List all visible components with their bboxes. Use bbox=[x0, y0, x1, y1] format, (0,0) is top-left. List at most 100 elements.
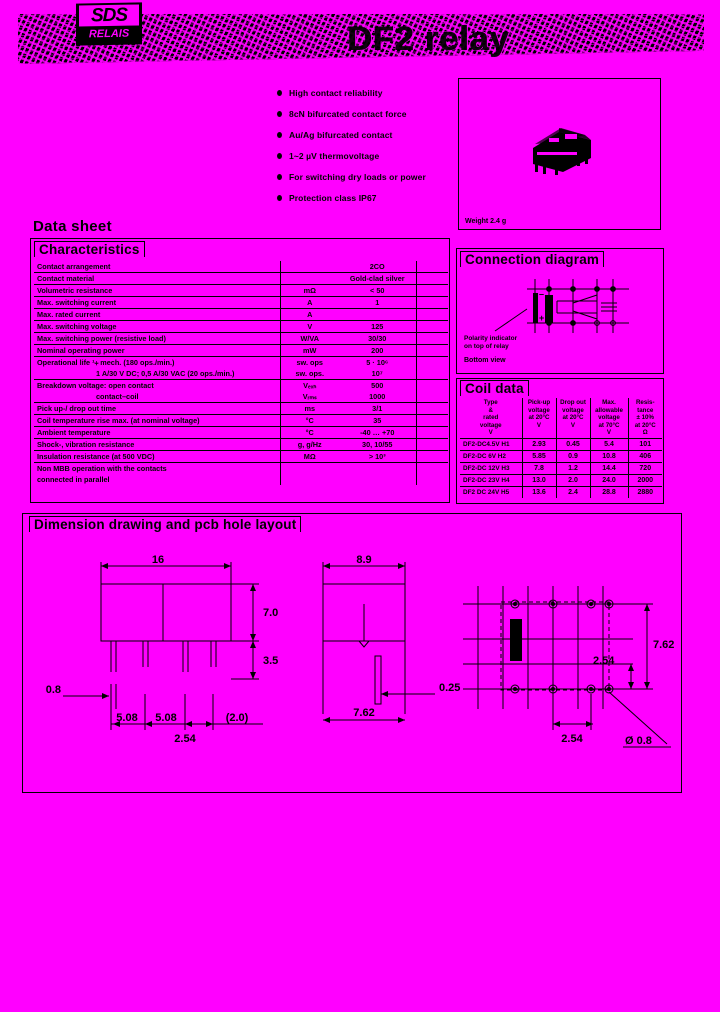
char-value: 2CO bbox=[338, 261, 416, 273]
char-unit: mΩ bbox=[279, 284, 338, 297]
connection-diagram-title: Connection diagram bbox=[460, 251, 605, 267]
dim-body-height: 7.0 bbox=[263, 607, 278, 619]
char-spacer bbox=[415, 426, 448, 439]
char-unit: Vₑₓₕ bbox=[279, 379, 338, 391]
dim-pin-width: 0.8 bbox=[46, 684, 61, 696]
char-unit: ms bbox=[279, 402, 338, 415]
list-item: For switching dry loads or power bbox=[277, 172, 457, 182]
coil-data-section: Coil data Type & rated voltage V Pick-up… bbox=[456, 378, 664, 504]
sds-relais-logo: SDS RELAIS bbox=[76, 2, 142, 46]
front-view-drawing: 8.9 0.25 7.62 bbox=[322, 554, 460, 723]
coil-dropout: 2.0 bbox=[556, 474, 591, 487]
table-row: Operational life ¹⧾ mech. (180 ops./min.… bbox=[34, 356, 448, 368]
char-spacer bbox=[415, 368, 448, 380]
char-value: 30/30 bbox=[338, 332, 416, 345]
coil-pickup: 5.85 bbox=[522, 450, 557, 463]
char-value bbox=[338, 474, 416, 485]
col-header-line: Ω bbox=[642, 429, 648, 436]
product-photo-box: Weight 2.4 g bbox=[458, 78, 661, 230]
col-header-line: V bbox=[570, 421, 576, 429]
col-header-maxvoltage: Max. allowable voltage at 70°C V bbox=[590, 398, 629, 439]
coil-maxvoltage: 14.4 bbox=[590, 462, 629, 475]
dim-front-width: 8.9 bbox=[356, 554, 371, 566]
col-header-line: voltage bbox=[598, 414, 620, 421]
char-label: Contact arrangement bbox=[34, 261, 280, 273]
polarity-note-line2: on top of relay bbox=[464, 343, 509, 350]
table-row: 1 A/30 V DC; 0,5 A/30 VAC (20 ops./min.)… bbox=[34, 368, 448, 380]
table-row: DF2 DC 24V H5 13.6 2.4 28.8 2880 bbox=[460, 486, 662, 498]
coil-dropout: 0.9 bbox=[556, 450, 591, 463]
view-label: Bottom view bbox=[464, 357, 506, 364]
table-row: Shock-, vibration resistance g, g/Hz 30,… bbox=[34, 438, 448, 451]
dimension-drawing-section: Dimension drawing and pcb hole layout 16… bbox=[22, 513, 682, 793]
char-unit: °C bbox=[279, 426, 338, 439]
table-row: DF2-DC 12V H3 7.8 1.2 14.4 720 bbox=[460, 462, 662, 475]
table-row: DF2-DC4.5V H1 2.93 0.45 5.4 101 bbox=[460, 438, 662, 451]
coil-resistance: 101 bbox=[628, 438, 662, 451]
characteristics-table: Contact arrangement 2CO Contact material… bbox=[34, 261, 448, 485]
coil-resistance: 2880 bbox=[637, 488, 654, 496]
char-label: Non MBB operation with the contacts bbox=[37, 464, 167, 473]
col-header-line: Type bbox=[483, 399, 498, 406]
char-label: 1 A/30 V DC; 0,5 A/30 VAC (20 ops./min.) bbox=[34, 368, 280, 380]
char-spacer bbox=[415, 261, 448, 273]
char-value: 1000 bbox=[338, 391, 416, 403]
col-header-resistance: Resis- tance ± 10% at 20°C Ω bbox=[628, 398, 662, 439]
col-header-line: V bbox=[536, 421, 542, 429]
list-item: High contact reliability bbox=[277, 88, 457, 98]
dim-pcb-hole-dia: Ø 0.8 bbox=[625, 735, 652, 747]
char-value: 125 bbox=[338, 320, 416, 333]
dim-pin-length: 3.5 bbox=[263, 655, 278, 667]
dim-pcb-row-span: 7.62 bbox=[653, 639, 674, 651]
char-value: > 10³ bbox=[338, 450, 416, 463]
dimension-drawing-title: Dimension drawing and pcb hole layout bbox=[29, 516, 302, 532]
dimension-drawings: 16 7.0 3.5 0.8 5.08 5.08 (2.0) 2.54 8.9 … bbox=[46, 554, 674, 748]
table-row: Max. switching power (resistive load) W/… bbox=[34, 332, 448, 345]
coil-type: DF2-DC4.5V H1 bbox=[460, 438, 523, 451]
list-item: 8cN bifurcated contact force bbox=[277, 109, 457, 119]
col-header-line: rated bbox=[483, 414, 499, 421]
char-label: Max. switching voltage bbox=[34, 320, 280, 333]
char-value: < 50 bbox=[338, 284, 416, 297]
coil-type: DF2 DC 24V H5 bbox=[460, 486, 523, 498]
char-value: 5 · 10⁶ bbox=[366, 358, 389, 367]
char-label: Pick up-/ drop out time bbox=[34, 402, 280, 415]
product-title: DF2 relay bbox=[348, 20, 511, 58]
dim-pcb-hole-pitch: 2.54 bbox=[561, 733, 583, 745]
char-value: -40 … +70 bbox=[338, 426, 416, 439]
char-label: Insulation resistance (at 500 VDC) bbox=[34, 450, 280, 463]
col-header-line: Resis- bbox=[635, 399, 655, 406]
characteristics-section: Characteristics Contact arrangement 2CO … bbox=[30, 238, 450, 503]
coil-dropout: 2.4 bbox=[556, 486, 591, 498]
char-unit bbox=[279, 272, 338, 285]
char-label: Nominal operating power bbox=[34, 344, 280, 357]
col-header-line: at 20°C bbox=[562, 414, 584, 421]
char-spacer bbox=[415, 450, 448, 463]
table-row: Nominal operating power mW 200 bbox=[34, 344, 448, 357]
char-label: contact–coil bbox=[34, 391, 280, 403]
char-unit: MΩ bbox=[279, 450, 338, 463]
char-unit: sw. ops bbox=[279, 356, 338, 368]
char-value: 30, 10/55 bbox=[338, 438, 416, 451]
char-unit: g, g/Hz bbox=[279, 438, 338, 451]
logo-sds-text: SDS bbox=[79, 4, 139, 27]
coil-maxvoltage: 10.8 bbox=[590, 450, 629, 463]
col-header-line: at 20°C bbox=[528, 414, 550, 421]
page-title: Data sheet bbox=[33, 218, 112, 235]
char-label: Max. switching power (resistive load) bbox=[34, 332, 280, 345]
coil-maxvoltage: 5.4 bbox=[590, 438, 629, 451]
char-value: 500 bbox=[371, 381, 384, 390]
char-spacer bbox=[415, 462, 448, 474]
coil-dropout: 0.45 bbox=[556, 438, 591, 451]
col-header-line: & bbox=[488, 406, 493, 414]
char-spacer bbox=[415, 356, 448, 368]
char-unit: A bbox=[279, 296, 338, 309]
svg-text:–: – bbox=[539, 289, 544, 299]
coil-type: DF2-DC 12V H3 bbox=[460, 462, 523, 475]
char-unit bbox=[279, 261, 338, 273]
dim-edge: (2.0) bbox=[226, 712, 249, 724]
coil-pickup: 13.0 bbox=[522, 474, 557, 487]
coil-dropout: 1.2 bbox=[556, 462, 591, 475]
coil-pickup: 13.6 bbox=[522, 486, 557, 498]
char-spacer bbox=[415, 438, 448, 451]
